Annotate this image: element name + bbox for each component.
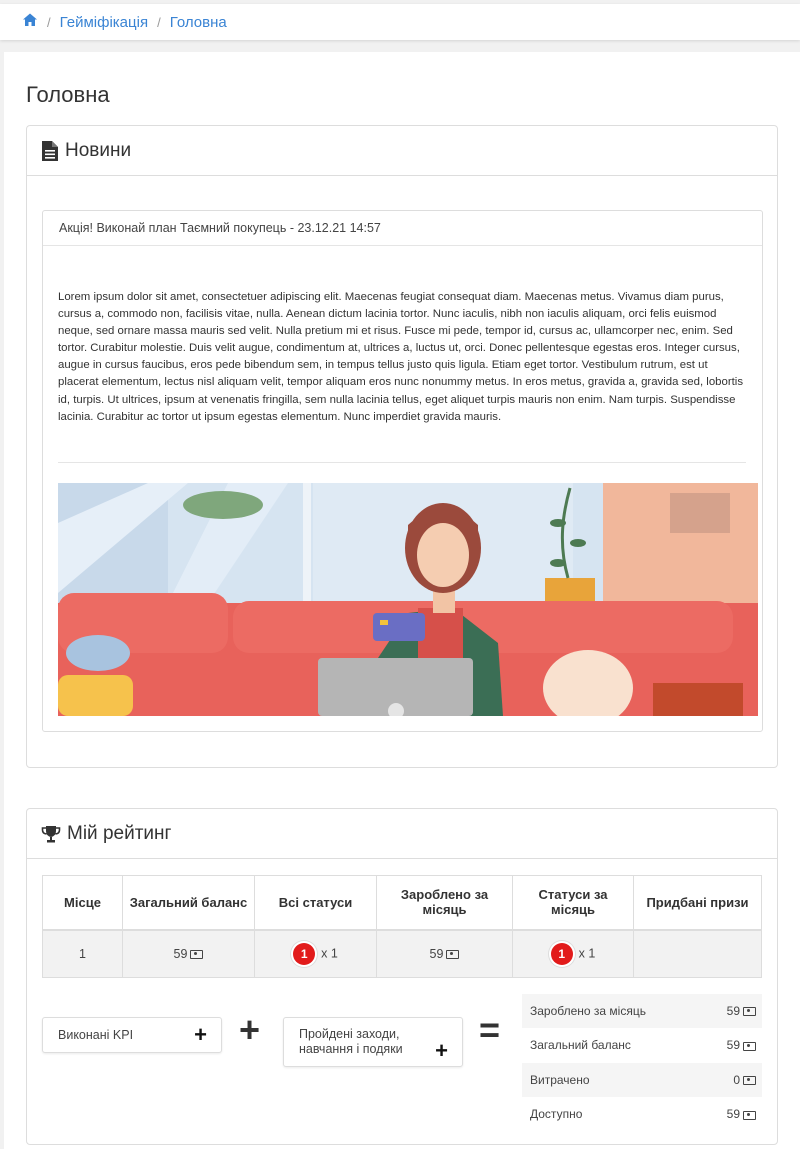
plus-operator: + bbox=[239, 1009, 261, 1050]
cell-balance: 59 bbox=[122, 929, 255, 978]
equals-operator: = bbox=[479, 1009, 501, 1050]
page-title: Головна bbox=[26, 82, 110, 107]
breadcrumb: / Гейміфікація / Головна bbox=[0, 4, 800, 40]
summary-value: 59 bbox=[726, 1038, 740, 1053]
money-icon bbox=[446, 949, 460, 959]
home-icon bbox=[23, 13, 37, 26]
breadcrumb-separator: / bbox=[47, 14, 51, 30]
news-item-body: Lorem ipsum dolor sit amet, consectetuer… bbox=[58, 291, 744, 423]
status-badge: 1 bbox=[293, 942, 316, 965]
rating-table: Місце Загальний баланс Всі статуси Зароб… bbox=[42, 875, 762, 978]
cell-month-statuses: 1 x 1 bbox=[512, 929, 634, 978]
events-label: Пройдені заходи, навчання і подяки bbox=[299, 1027, 403, 1056]
rating-panel: Мій рейтинг Місце Загальний баланс Всі с… bbox=[26, 808, 778, 1145]
file-text-icon bbox=[42, 140, 58, 161]
money-icon bbox=[743, 1007, 756, 1017]
rating-panel-title: Мій рейтинг bbox=[67, 822, 172, 844]
divider bbox=[58, 462, 746, 463]
cell-earned: 59 bbox=[376, 929, 513, 978]
plus-icon: + bbox=[435, 1038, 448, 1063]
summary-value: 59 bbox=[726, 1107, 740, 1122]
summary-label: Зароблено за місяць bbox=[530, 1003, 646, 1018]
summary-row: Загальний баланс 59 bbox=[522, 1027, 762, 1063]
col-balance: Загальний баланс bbox=[122, 875, 255, 931]
summary-row: Доступно 59 bbox=[522, 1096, 762, 1132]
plus-icon: + bbox=[194, 1022, 207, 1047]
col-month-statuses: Статуси за місяць bbox=[512, 875, 634, 931]
balance-value: 59 bbox=[173, 946, 188, 961]
cell-place: 1 bbox=[42, 929, 123, 978]
news-panel: Новини Акція! Виконай план Таємний покуп… bbox=[26, 125, 778, 768]
summary-label: Доступно bbox=[530, 1107, 583, 1122]
main-content: Головна Новини Акція! Виконай план Таємн… bbox=[4, 52, 800, 1149]
col-earned-month: Зароблено за місяць bbox=[376, 875, 513, 931]
news-panel-title: Новини bbox=[65, 139, 132, 161]
news-illustration bbox=[58, 483, 758, 716]
rating-panel-header: Мій рейтинг bbox=[27, 809, 777, 859]
table-header-row: Місце Загальний баланс Всі статуси Зароб… bbox=[42, 875, 762, 931]
cell-all-statuses: 1 x 1 bbox=[254, 929, 377, 978]
kpi-button[interactable]: Виконані KPI + bbox=[42, 1017, 222, 1053]
home-link[interactable] bbox=[22, 12, 38, 32]
breadcrumb-home[interactable]: Головна bbox=[170, 14, 227, 31]
news-panel-header: Новини bbox=[27, 126, 777, 176]
money-icon bbox=[190, 949, 204, 959]
breadcrumb-separator: / bbox=[157, 14, 161, 30]
kpi-label: Виконані KPI bbox=[58, 1028, 134, 1042]
trophy-icon bbox=[41, 825, 61, 842]
summary-row: Зароблено за місяць 59 bbox=[522, 993, 762, 1028]
summary-value: 0 bbox=[733, 1072, 740, 1087]
cell-prizes bbox=[633, 929, 762, 978]
summary-value: 59 bbox=[726, 1003, 740, 1018]
breadcrumb-gamification[interactable]: Гейміфікація bbox=[60, 14, 148, 31]
news-card: Акція! Виконай план Таємний покупець - 2… bbox=[42, 210, 763, 732]
col-all-statuses: Всі статуси bbox=[254, 875, 377, 931]
status-count: x 1 bbox=[321, 946, 338, 961]
money-icon bbox=[743, 1076, 756, 1086]
events-button[interactable]: Пройдені заходи, навчання і подяки + bbox=[283, 1017, 463, 1067]
status-count: x 1 bbox=[578, 946, 596, 961]
earned-value: 59 bbox=[429, 946, 444, 961]
summary-label: Загальний баланс bbox=[530, 1038, 631, 1053]
col-place: Місце bbox=[42, 875, 123, 931]
col-prizes: Придбані призи bbox=[633, 875, 762, 931]
status-badge: 1 bbox=[550, 942, 573, 965]
news-item-title: Акція! Виконай план Таємний покупець - 2… bbox=[43, 211, 762, 246]
summary-table: Зароблено за місяць 59 Загальний баланс … bbox=[522, 993, 762, 1131]
summary-row: Витрачено 0 bbox=[522, 1062, 762, 1097]
money-icon bbox=[743, 1041, 756, 1051]
money-icon bbox=[743, 1110, 756, 1120]
table-row: 1 59 1 x 1 59 1 x 1 bbox=[42, 929, 762, 978]
summary-label: Витрачено bbox=[530, 1072, 590, 1087]
